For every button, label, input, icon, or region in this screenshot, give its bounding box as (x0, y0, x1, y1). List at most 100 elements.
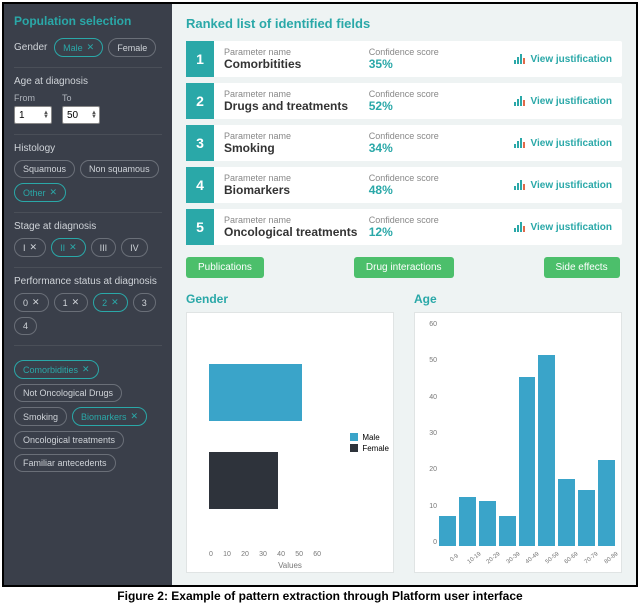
view-justification-link[interactable]: View justification (514, 180, 613, 191)
publications-button[interactable]: Publications (186, 257, 264, 278)
performance-option[interactable]: 1✕ (54, 293, 89, 312)
view-justification-link[interactable]: View justification (514, 222, 613, 233)
histology-option[interactable]: Other✕ (14, 183, 66, 202)
legend-label: Male (362, 433, 379, 442)
action-buttons: Publications Drug interactions Side effe… (186, 257, 622, 278)
rank-row: 1Parameter nameComorbititiesConfidence s… (186, 41, 622, 77)
age-bar (479, 501, 496, 546)
app-frame: Population selection Gender Male✕ Female… (2, 2, 638, 587)
conf-value: 12% (369, 225, 514, 239)
section-stage: Stage at diagnosis I✕ II✕ IIIIV (14, 212, 162, 257)
view-justification-link[interactable]: View justification (514, 54, 613, 65)
side-effects-button[interactable]: Side effects (544, 257, 620, 278)
legend-label: Female (362, 444, 389, 453)
conf-label: Confidence score (369, 89, 514, 99)
section-gender: Gender Male✕ Female (14, 38, 162, 57)
charts-row: Gender MaleFemale 0102030405060 Values A… (186, 292, 622, 573)
age-bar (519, 377, 536, 546)
gender-chart: Gender MaleFemale 0102030405060 Values (186, 292, 394, 573)
bar-chart-icon (514, 180, 526, 190)
drug-interactions-button[interactable]: Drug interactions (354, 257, 454, 278)
rank-number: 4 (186, 167, 214, 203)
rank-row: 2Parameter nameDrugs and treatmentsConfi… (186, 83, 622, 119)
param-value: Biomarkers (224, 183, 369, 197)
bar-chart-icon (514, 138, 526, 148)
rank-row: 3Parameter nameSmokingConfidence score34… (186, 125, 622, 161)
view-justification-link[interactable]: View justification (514, 138, 613, 149)
performance-option[interactable]: 4 (14, 317, 37, 335)
age-chart-title: Age (414, 292, 622, 306)
conf-label: Confidence score (369, 47, 514, 57)
gender-option-male[interactable]: Male✕ (54, 38, 103, 57)
param-value: Smoking (224, 141, 369, 155)
close-icon[interactable]: ✕ (131, 411, 139, 422)
extra-option[interactable]: Familiar antecedents (14, 454, 116, 472)
age-to-input[interactable]: 50▲▼ (62, 106, 100, 124)
main-title: Ranked list of identified fields (186, 16, 622, 31)
gender-label: Gender (14, 42, 47, 53)
performance-option[interactable]: 0✕ (14, 293, 49, 312)
stage-option[interactable]: I✕ (14, 238, 46, 257)
stage-option[interactable]: IV (121, 238, 148, 257)
close-icon[interactable]: ✕ (32, 297, 40, 308)
performance-option[interactable]: 3 (133, 293, 156, 312)
close-icon[interactable]: ✕ (111, 297, 119, 308)
close-icon[interactable]: ✕ (82, 364, 90, 375)
sidebar: Population selection Gender Male✕ Female… (4, 4, 172, 585)
histology-option[interactable]: Squamous (14, 160, 75, 178)
stage-label: Stage at diagnosis (14, 221, 162, 232)
extra-option[interactable]: Biomarkers✕ (72, 407, 147, 426)
age-bar (538, 355, 555, 546)
stage-option[interactable]: II✕ (51, 238, 86, 257)
histology-label: Histology (14, 143, 162, 154)
section-extra: Comorbidities✕ Not Oncological Drugs Smoki… (14, 345, 162, 472)
age-bar (598, 460, 615, 546)
param-label: Parameter name (224, 131, 369, 141)
rank-number: 3 (186, 125, 214, 161)
extra-option[interactable]: Oncological treatments (14, 431, 124, 449)
conf-value: 35% (369, 57, 514, 71)
age-bar (558, 479, 575, 547)
age-bar (439, 516, 456, 546)
close-icon[interactable]: ✕ (72, 297, 80, 308)
age-bar (459, 497, 476, 546)
extra-option[interactable]: Not Oncological Drugs (14, 384, 122, 402)
bar-chart-icon (514, 222, 526, 232)
sidebar-title: Population selection (14, 14, 162, 28)
gender-option-female[interactable]: Female (108, 38, 156, 57)
rank-number: 2 (186, 83, 214, 119)
stepper-icon[interactable]: ▲▼ (91, 111, 97, 119)
gender-bar (209, 364, 302, 421)
main-panel: Ranked list of identified fields 1 Parame… (172, 4, 636, 585)
extra-option[interactable]: Comorbidities✕ (14, 360, 99, 379)
performance-label: Performance status at diagnosis (14, 276, 162, 287)
stage-option[interactable]: III (91, 238, 117, 257)
legend-swatch (350, 444, 358, 452)
close-icon[interactable]: ✕ (30, 242, 38, 253)
performance-option[interactable]: 2✕ (93, 293, 128, 312)
view-justification-link[interactable]: View justification (514, 96, 613, 107)
extra-option[interactable]: Smoking (14, 407, 67, 426)
close-icon[interactable]: ✕ (87, 42, 95, 53)
rank-row: 5Parameter nameOncological treatmentsCon… (186, 209, 622, 245)
gender-bar (209, 452, 278, 509)
age-bar (499, 516, 516, 546)
stepper-icon[interactable]: ▲▼ (43, 111, 49, 119)
conf-value: 48% (369, 183, 514, 197)
ranked-list: 1Parameter nameComorbititiesConfidence s… (186, 41, 622, 245)
legend-swatch (350, 433, 358, 441)
param-value: Oncological treatments (224, 225, 369, 239)
gender-chart-title: Gender (186, 292, 394, 306)
gender-legend: Male Female (350, 431, 389, 455)
age-from-input[interactable]: 1▲▼ (14, 106, 52, 124)
bar-chart-icon (514, 96, 526, 106)
age-yticks: 6050403020100 (419, 321, 437, 546)
rank-number: 1 (186, 41, 214, 77)
histology-option[interactable]: Non squamous (80, 160, 159, 178)
age-bar (578, 490, 595, 546)
param-label: Parameter name (224, 47, 369, 57)
close-icon[interactable]: ✕ (50, 187, 58, 198)
age-chart-box: 6050403020100 0-910-1920-2930-3940-4950-… (414, 312, 622, 573)
age-xticks: 0-910-1920-2930-3940-4950-5960-6970-7980… (439, 558, 615, 564)
close-icon[interactable]: ✕ (69, 242, 77, 253)
